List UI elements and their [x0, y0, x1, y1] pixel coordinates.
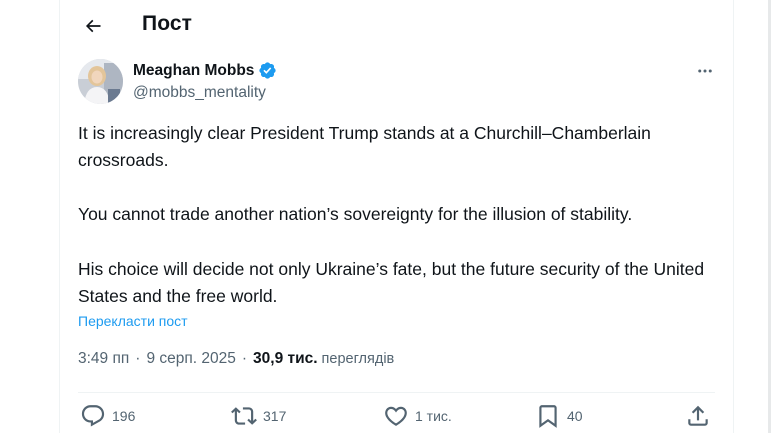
reply-button[interactable]: 196	[80, 403, 135, 429]
back-button[interactable]	[76, 9, 110, 43]
arrow-left-icon	[83, 16, 103, 36]
column-border-right	[733, 0, 734, 433]
meta-separator: ·	[135, 350, 141, 367]
post-time[interactable]: 3:49 пп	[78, 350, 129, 368]
share-icon	[685, 403, 711, 429]
page-title: Пост	[142, 12, 193, 35]
post-text: It is increasingly clear President Trump…	[78, 120, 723, 310]
views-count: 30,9 тис.	[253, 350, 318, 367]
avatar[interactable]	[78, 59, 123, 104]
share-button[interactable]	[685, 403, 711, 429]
page-header: Пост	[60, 0, 733, 52]
repost-button[interactable]: 317	[231, 403, 286, 429]
post-meta: 3:49 пп · 9 серп. 2025 · 30,9 тис. перег…	[78, 350, 394, 368]
reply-icon	[80, 403, 106, 429]
repost-count: 317	[263, 408, 287, 424]
column-border-left	[59, 0, 60, 433]
bookmark-icon	[535, 403, 561, 429]
like-count: 1 тис.	[415, 408, 452, 424]
more-options-button[interactable]	[688, 56, 722, 86]
translate-post-link[interactable]: Перекласти пост	[78, 313, 188, 329]
author-name[interactable]: Meaghan Mobbs	[133, 61, 277, 80]
bookmark-button[interactable]: 40	[535, 403, 583, 429]
post-paragraph: You cannot trade another nation’s sovere…	[78, 204, 633, 225]
views-label: переглядів	[321, 351, 395, 367]
post-date[interactable]: 9 серп. 2025	[146, 350, 235, 368]
verified-badge-icon	[258, 61, 277, 80]
divider	[78, 392, 715, 393]
author-name-text: Meaghan Mobbs	[133, 61, 255, 79]
bookmark-count: 40	[567, 408, 583, 424]
post-paragraph: It is increasingly clear President Trump…	[78, 123, 651, 171]
heart-icon	[383, 403, 409, 429]
meta-separator: ·	[241, 350, 248, 367]
repost-icon	[231, 403, 257, 429]
post-paragraph: His choice will decide not only Ukraine’…	[78, 258, 705, 306]
like-button[interactable]: 1 тис.	[383, 403, 452, 429]
action-bar: 196 317 1 тис. 40	[78, 403, 718, 435]
author-handle[interactable]: @mobbs_mentality	[133, 84, 266, 102]
more-horizontal-icon	[696, 62, 714, 80]
reply-count: 196	[112, 408, 136, 424]
